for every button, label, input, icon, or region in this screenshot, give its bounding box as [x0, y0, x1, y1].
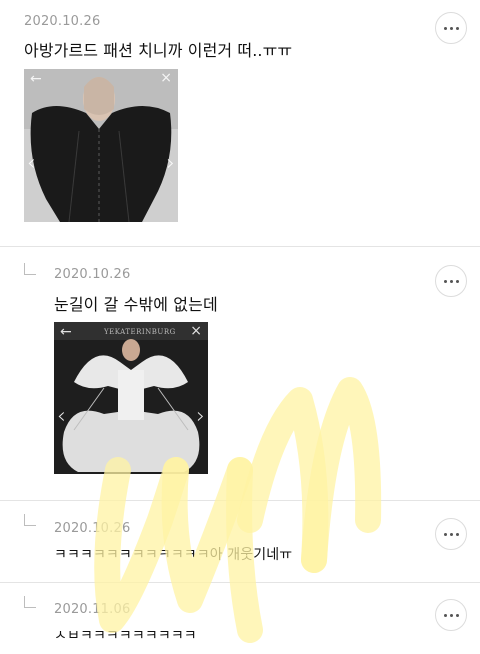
comment-3: 2020.10.26 ㅋㅋㅋㅋㅋㅋㅋㅋㅋㅋㅋㅋ아 개웃기네ㅠ [0, 501, 480, 582]
comment-4: 2020.11.06 ㅅㅂㅋㅋㅋㅋㅋㅋㅋㅋㅋ [0, 583, 480, 654]
more-options-icon [443, 532, 459, 536]
comment-text: 눈길이 갈 수밖에 없는데 [54, 295, 218, 314]
comment-date: 2020.10.26 [54, 521, 131, 536]
photo-caption: YEKATERINBURG [104, 328, 176, 336]
comment-photo[interactable]: ← × ‹ › [24, 69, 178, 222]
more-options-icon [443, 613, 459, 617]
prev-arrow-icon[interactable]: ‹ [27, 153, 36, 175]
next-arrow-icon[interactable]: › [196, 406, 205, 428]
comment-text: 아방가르드 패션 치니까 이런거 떠..ㅠㅠ [24, 41, 293, 60]
photo-avant-garde-white-dress [54, 322, 208, 474]
reply-indicator-icon [24, 596, 36, 608]
more-options-button[interactable] [435, 12, 467, 44]
comment-photo[interactable]: YEKATERINBURG ← × ‹ › [54, 322, 208, 474]
comment-text: ㅅㅂㅋㅋㅋㅋㅋㅋㅋㅋㅋ [54, 628, 197, 644]
more-options-icon [443, 26, 459, 30]
more-options-icon [443, 279, 459, 283]
photo-avant-garde-black-dress [24, 69, 178, 222]
prev-arrow-icon[interactable]: ‹ [57, 406, 66, 428]
comment-1: 2020.10.26 아방가르드 패션 치니까 이런거 떠..ㅠㅠ ← × ‹ … [0, 0, 480, 246]
comment-date: 2020.10.26 [54, 267, 131, 282]
more-options-button[interactable] [435, 518, 467, 550]
comment-2: 2020.10.26 눈길이 갈 수밖에 없는데 YEKATERINBURG ←… [0, 247, 480, 500]
comment-text: ㅋㅋㅋㅋㅋㅋㅋㅋㅋㅋㅋㅋ아 개웃기네ㅠ [54, 547, 293, 563]
comment-date: 2020.11.06 [54, 602, 131, 617]
back-arrow-icon[interactable]: ← [60, 325, 72, 339]
close-icon[interactable]: × [160, 71, 172, 85]
reply-indicator-icon [24, 514, 36, 526]
back-arrow-icon[interactable]: ← [30, 72, 42, 86]
more-options-button[interactable] [435, 599, 467, 631]
reply-indicator-icon [24, 263, 36, 275]
more-options-button[interactable] [435, 265, 467, 297]
comment-date: 2020.10.26 [24, 14, 101, 29]
close-icon[interactable]: × [190, 324, 202, 338]
next-arrow-icon[interactable]: › [166, 153, 175, 175]
